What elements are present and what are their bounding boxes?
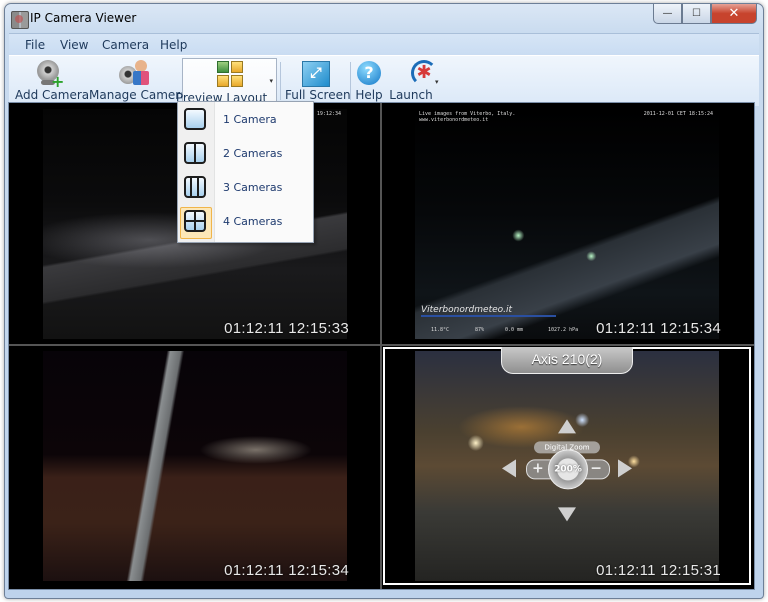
layout-1-camera-label: 1 Camera (223, 113, 277, 126)
grid-divider (380, 103, 382, 589)
toolbar: + Add Camera Manage Camera ▾ Preview Lay… (9, 55, 759, 107)
help-icon: ? (356, 60, 382, 86)
layout-3-cameras[interactable]: 3 Cameras (178, 172, 313, 204)
fullscreen-icon: ⤢ (302, 60, 330, 87)
menu-file[interactable]: File (25, 38, 45, 52)
weather-rain: 0.0 mm (505, 327, 524, 333)
camera-timestamp: 01:12:11 12:15:33 (224, 320, 349, 337)
layout-2-cameras-label: 2 Cameras (223, 147, 283, 160)
manage-camera-button[interactable]: Manage Camera (89, 58, 188, 104)
weather-humidity: 87% (475, 327, 485, 333)
menu-camera[interactable]: Camera (102, 38, 149, 52)
layout-3-cameras-label: 3 Cameras (223, 181, 283, 194)
full-screen-button[interactable]: ⤢ Full Screen (285, 58, 351, 104)
camera-overlay-caption: Live images from Viterbo, Italy. www.vit… (419, 111, 516, 123)
camera-view-4-selected[interactable]: Axis 210(2) Digital Zoom + − 200% 01:12:… (383, 347, 751, 585)
camera-view-3[interactable]: 01:12:11 12:15:34 (11, 347, 379, 585)
toolbar-separator (350, 62, 351, 100)
pan-down-arrow-icon[interactable] (558, 507, 576, 522)
layout-4-cameras-selected[interactable]: 4 Cameras (178, 206, 313, 239)
menu-help[interactable]: Help (160, 38, 187, 52)
manage-camera-icon (119, 60, 149, 86)
camera-overlay-datetime: 2011-12-01 CET 18:15:24 (643, 111, 713, 117)
launch-icon: ✱ (398, 60, 437, 86)
window-title: IP Camera Viewer (30, 11, 137, 25)
add-camera-button[interactable]: + Add Camera (15, 58, 90, 104)
close-button[interactable]: ✕ (711, 4, 757, 24)
preview-layout-menu: 1 Camera 2 Cameras 3 Cameras 4 Cameras (177, 101, 314, 243)
camera-grid: 19:12:34 01:12:11 12:15:33 Live images f… (8, 102, 755, 590)
camera-timestamp: 01:12:11 12:15:31 (596, 562, 721, 579)
camera-watermark: Viterbonordmeteo.it (421, 305, 556, 317)
camera-feed (43, 351, 347, 581)
preview-layout-button[interactable]: ▾ Preview Layout (176, 58, 277, 107)
layout-single-icon (184, 108, 206, 130)
minimize-button[interactable]: — (653, 4, 682, 24)
camera-name-label: Axis 210(2) (501, 347, 633, 374)
layout-2-cameras[interactable]: 2 Cameras (178, 138, 313, 170)
layout-icon (216, 61, 243, 87)
layout-four-icon (184, 210, 206, 232)
camera-timestamp: 01:12:11 12:15:34 (224, 562, 349, 579)
manage-camera-label: Manage Camera (89, 88, 188, 102)
pan-right-arrow-icon[interactable] (618, 459, 632, 478)
layout-three-icon (184, 176, 206, 198)
maximize-button[interactable]: ☐ (682, 4, 711, 24)
zoom-level-dial[interactable]: 200% (548, 449, 588, 490)
add-camera-label: Add Camera (15, 88, 90, 102)
zoom-out-button[interactable]: − (590, 459, 602, 477)
layout-two-icon (184, 142, 206, 164)
app-icon (11, 11, 29, 29)
pan-up-arrow-icon[interactable] (558, 419, 576, 434)
help-label: Help (355, 88, 383, 102)
layout-4-cameras-label: 4 Cameras (223, 215, 283, 228)
launch-label: Launch (389, 88, 433, 102)
title-bar: IP Camera Viewer — ☐ ✕ (5, 4, 763, 32)
preview-layout-dropdown-arrow[interactable]: ▾ (269, 77, 273, 85)
full-screen-label: Full Screen (285, 88, 351, 102)
menu-bar: File View Camera Help (9, 33, 759, 56)
toolbar-separator (280, 62, 281, 100)
camera-view-2[interactable]: Live images from Viterbo, Italy. www.vit… (383, 105, 751, 343)
camera-overlay-time: 19:12:34 (316, 111, 341, 117)
ptz-control: Digital Zoom + − 200% (502, 415, 632, 525)
pan-left-arrow-icon[interactable] (502, 459, 516, 478)
launch-button[interactable]: ✱ Launch (389, 58, 437, 104)
weather-temp: 11.8°C (431, 327, 450, 333)
zoom-in-button[interactable]: + (532, 459, 544, 477)
help-button[interactable]: ? Help (354, 58, 384, 104)
launch-dropdown-arrow[interactable]: ▾ (435, 78, 439, 86)
camera-timestamp: 01:12:11 12:15:34 (596, 320, 721, 337)
weather-pressure: 1027.2 hPa (548, 327, 579, 333)
layout-1-camera[interactable]: 1 Camera (178, 104, 313, 136)
add-camera-icon: + (35, 60, 64, 90)
menu-view[interactable]: View (60, 38, 88, 52)
